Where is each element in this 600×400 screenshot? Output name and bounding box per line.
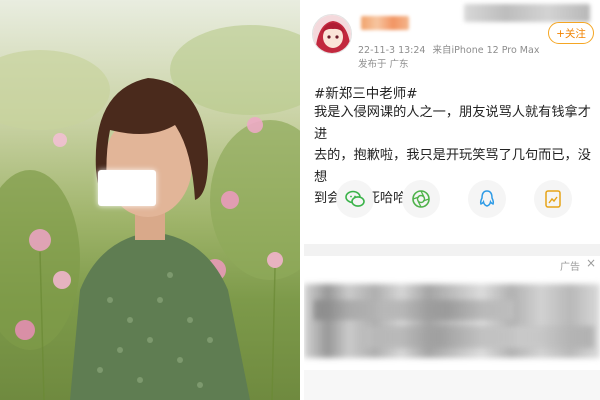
section-separator <box>304 244 600 256</box>
post-location: 发布于 广东 <box>358 59 409 70</box>
bottom-area <box>304 370 600 400</box>
portrait-photo <box>0 0 300 400</box>
qzone-glyph <box>545 190 561 208</box>
weibo-post: 22-11-3 13:24 来自iPhone 12 Pro Max 发布于 广东… <box>304 0 600 400</box>
ad-close-button[interactable]: × <box>586 256 596 270</box>
redacted-ad-line <box>364 326 594 348</box>
wechat-icon[interactable] <box>336 180 374 218</box>
redacted-ad-line <box>314 300 514 320</box>
avatar-image <box>313 15 351 53</box>
post-source: 来自iPhone 12 Pro Max <box>432 45 540 56</box>
moments-glyph <box>412 190 430 208</box>
redacted-username[interactable] <box>361 16 409 30</box>
qq-icon[interactable] <box>468 180 506 218</box>
post-timestamp: 22-11-3 13:24 <box>358 45 426 56</box>
face-redaction-box <box>98 170 156 206</box>
share-row <box>304 180 600 230</box>
post-meta: 22-11-3 13:24 来自iPhone 12 Pro Max <box>358 42 539 56</box>
redacted-header-text <box>464 4 590 22</box>
post-content-line: 我是入侵网课的人之一，朋友说骂人就有钱拿才进 <box>314 105 591 142</box>
wechat-glyph <box>345 190 365 207</box>
qzone-icon[interactable] <box>534 180 572 218</box>
anime-avatar[interactable] <box>312 14 352 54</box>
follow-button[interactable]: +关注 <box>548 22 594 44</box>
moments-icon[interactable] <box>402 180 440 218</box>
post-hashtag[interactable]: #新郑三中老师# <box>314 82 418 102</box>
ad-label: 广告 <box>560 262 580 273</box>
qq-glyph <box>479 190 495 207</box>
